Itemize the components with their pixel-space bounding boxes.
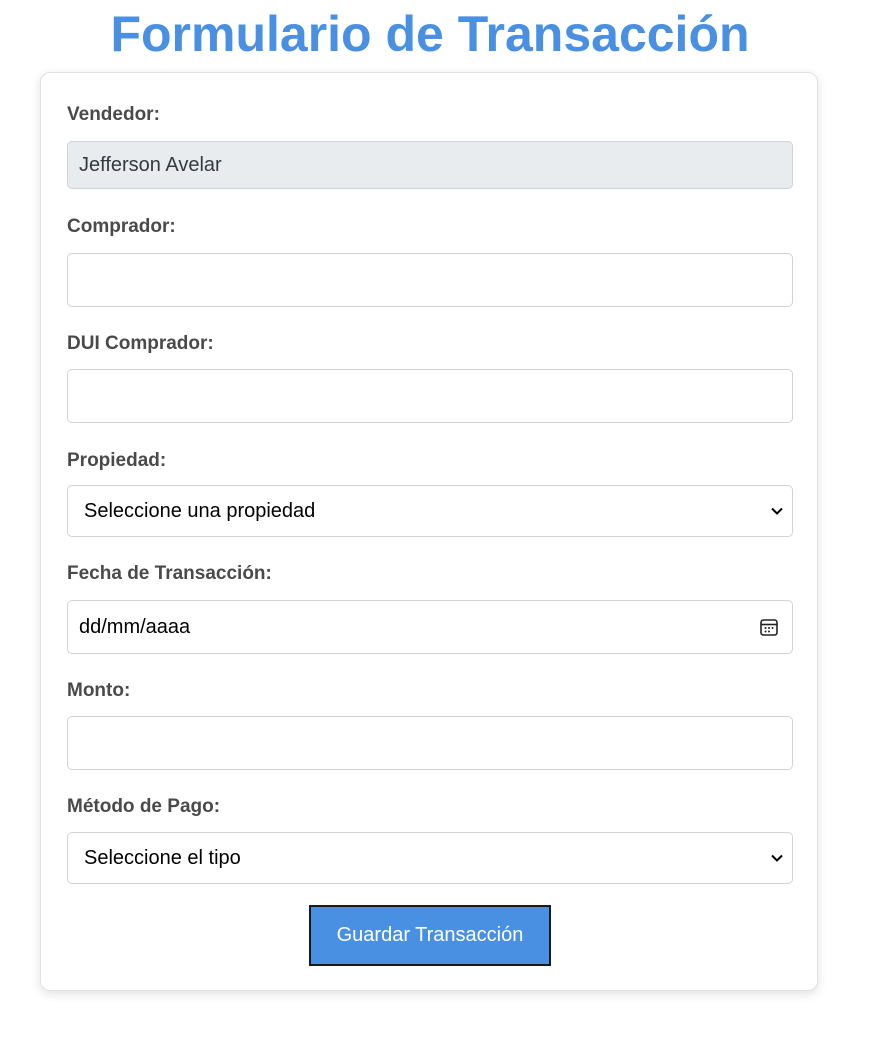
propiedad-select[interactable]: Seleccione una propiedad [67,485,793,537]
chevron-down-icon [770,851,784,865]
metodo-pago-label: Método de Pago: [67,796,221,817]
vendedor-label: Vendedor: [67,104,160,125]
fecha-label: Fecha de Transacción: [67,563,272,584]
propiedad-label: Propiedad: [67,450,167,471]
dui-comprador-input[interactable] [67,369,793,423]
comprador-label: Comprador: [67,216,176,237]
fecha-placeholder: dd/mm/aaaa [79,615,191,638]
guardar-transaccion-button[interactable]: Guardar Transacción [309,905,551,966]
dui-comprador-label: DUI Comprador: [67,333,214,354]
vendedor-value: Jefferson Avelar [79,153,222,176]
metodo-pago-select[interactable]: Seleccione el tipo [67,832,793,884]
vendedor-field[interactable]: Jefferson Avelar [67,141,793,189]
monto-input[interactable] [67,716,793,770]
monto-label: Monto: [67,680,131,701]
metodo-pago-selected-value: Seleccione el tipo [84,846,241,869]
fecha-input[interactable]: dd/mm/aaaa [67,600,793,654]
propiedad-selected-value: Seleccione una propiedad [84,499,316,522]
page-title: Formulario de Transacción [110,6,750,62]
comprador-input[interactable] [67,253,793,307]
transaction-form-card: Vendedor: Jefferson Avelar Comprador: DU… [40,72,818,991]
calendar-icon[interactable] [758,616,780,638]
chevron-down-icon [770,504,784,518]
